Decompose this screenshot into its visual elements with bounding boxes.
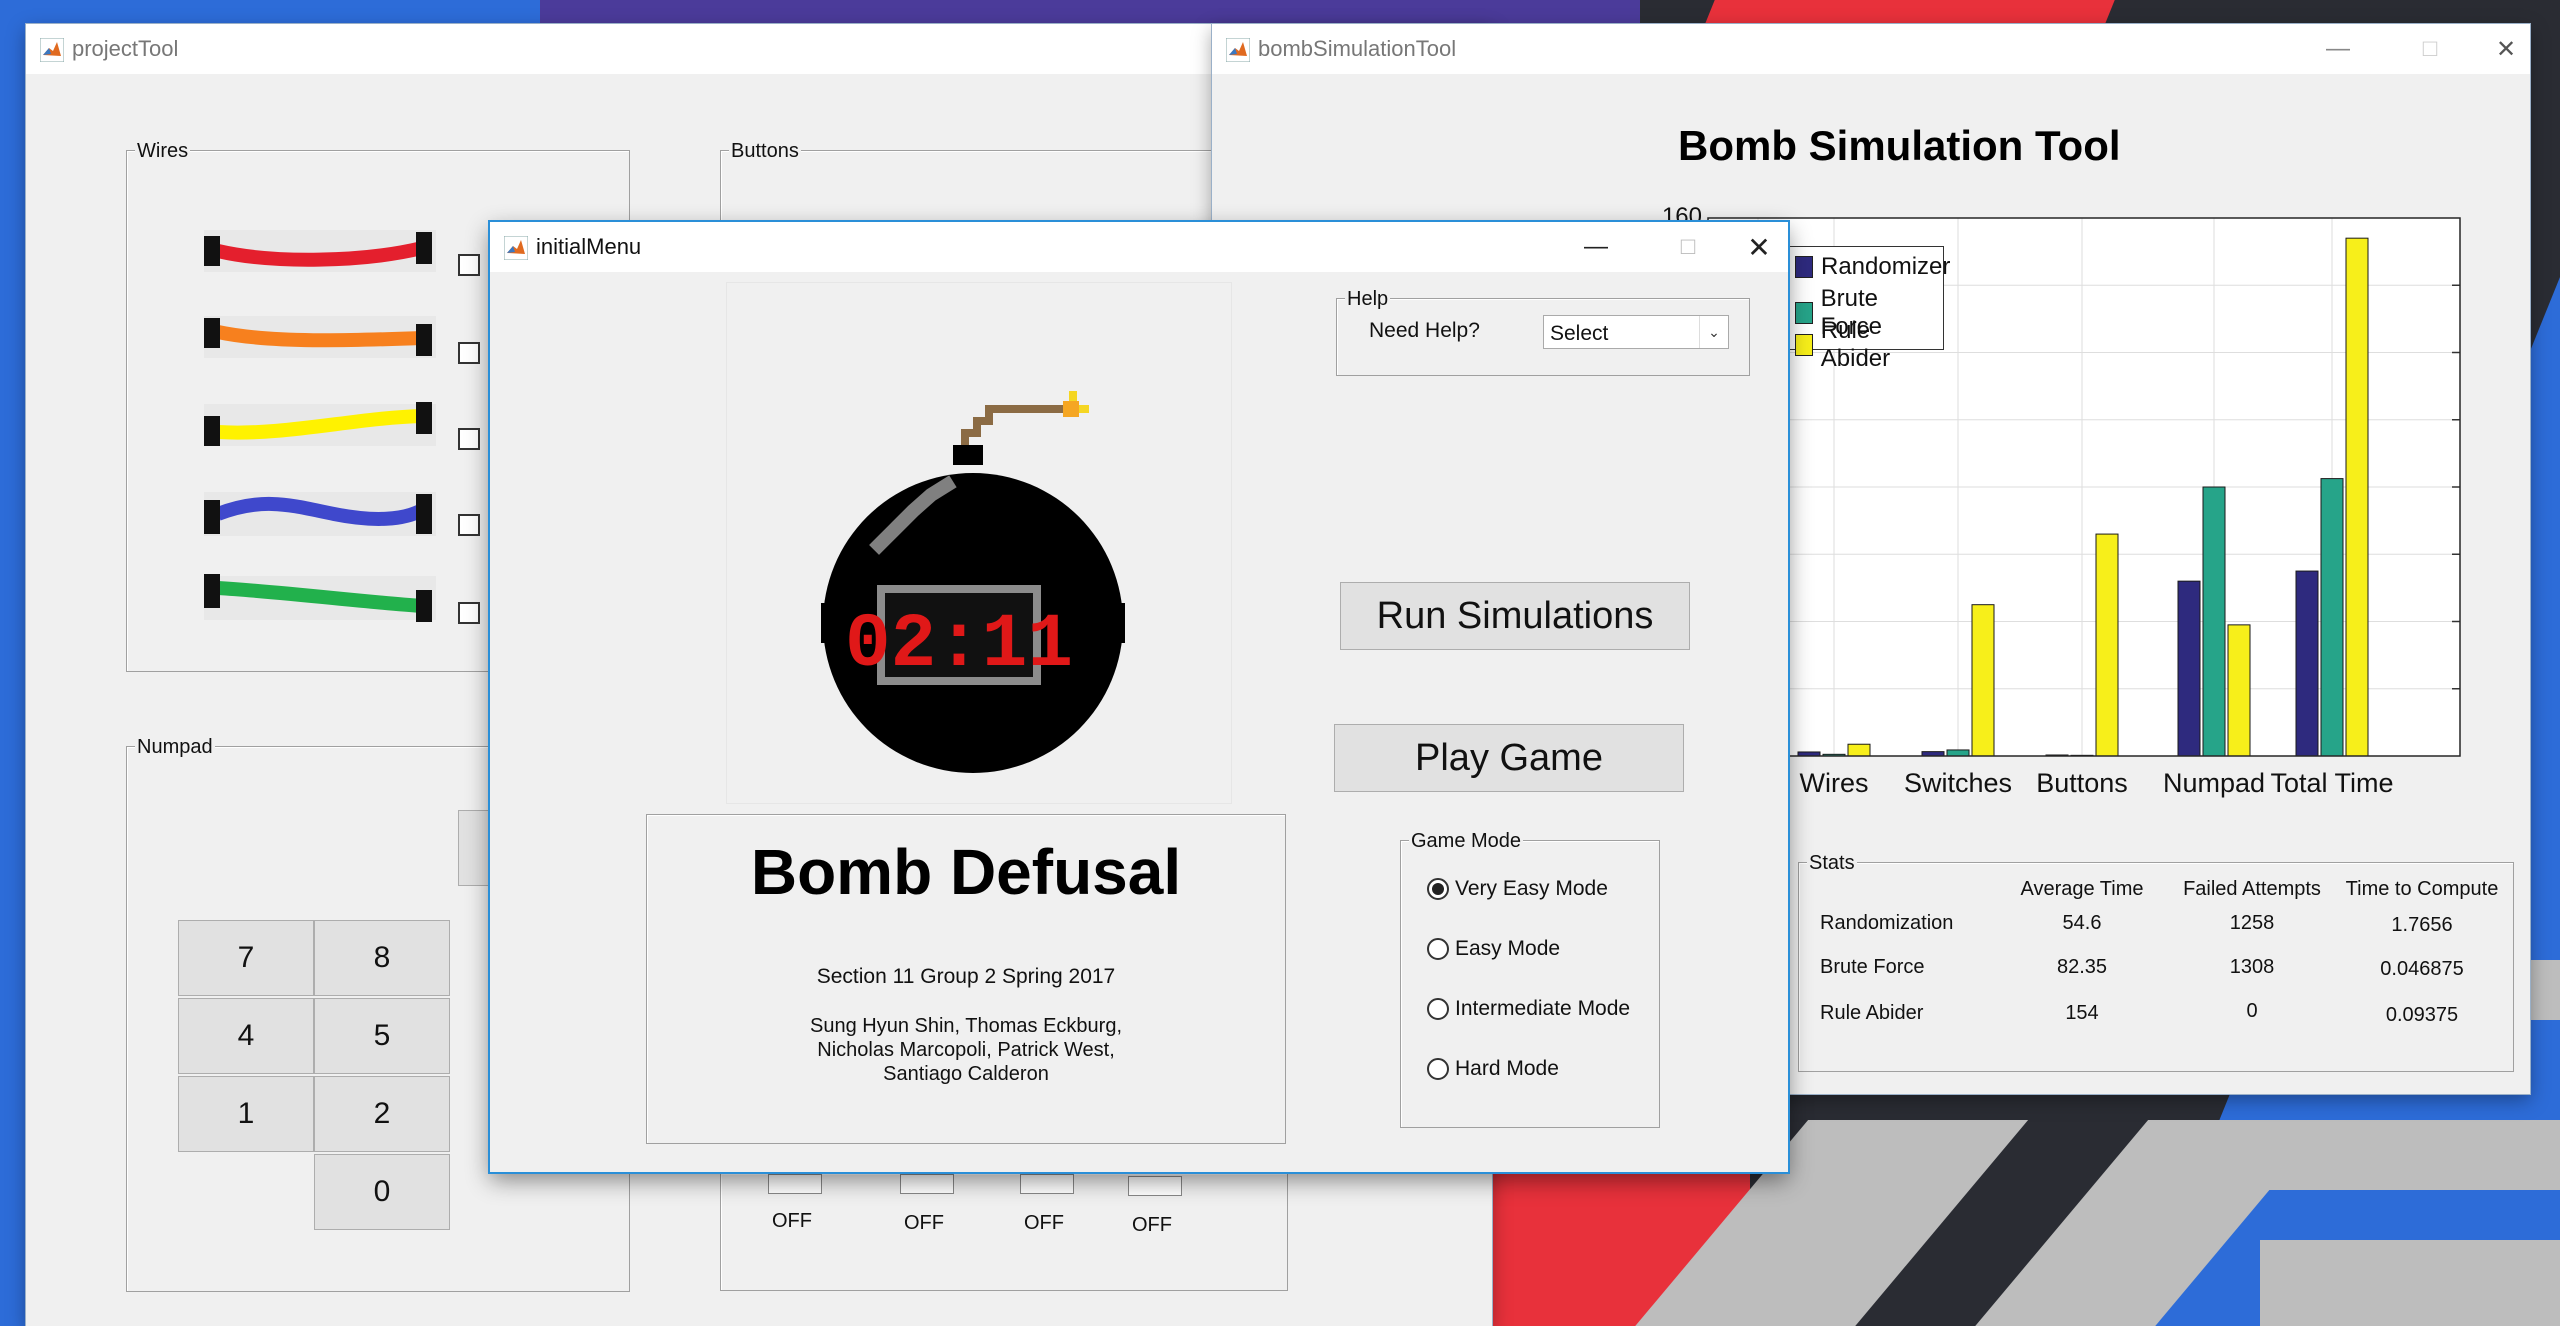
legend-swatch xyxy=(1795,256,1813,278)
stats-panel-label: Stats xyxy=(1807,852,1857,875)
bomb-icon: 02:11 xyxy=(821,391,1125,773)
radio-intermediate-mode[interactable]: Intermediate Mode xyxy=(1427,997,1630,1021)
initial-menu-window: initialMenu — □ ✕ 02:11 Bomb Defusal Sec… xyxy=(490,222,1788,1172)
switch-1[interactable] xyxy=(768,1174,822,1194)
stats-cell: 54.6 xyxy=(2062,912,2102,934)
wires-panel-label: Wires xyxy=(135,140,191,163)
bar-brute-force-total-time xyxy=(2320,478,2344,757)
matlab-logo-icon xyxy=(40,38,64,62)
numpad-key-0[interactable]: 0 xyxy=(314,1154,450,1230)
orange-wire[interactable] xyxy=(204,312,436,362)
bar-brute-force-numpad xyxy=(2202,486,2226,757)
initial-menu-titlebar[interactable]: initialMenu — □ ✕ xyxy=(490,222,1788,272)
game-mode-label: Game Mode xyxy=(1409,830,1524,853)
numpad-key-5[interactable]: 5 xyxy=(314,998,450,1074)
chart-xtick-label: Numpad xyxy=(2163,768,2265,798)
switch-1-label: OFF xyxy=(772,1210,812,1232)
game-title: Bomb Defusal xyxy=(750,836,1182,908)
radio-very-easy-mode[interactable]: Very Easy Mode xyxy=(1427,877,1608,901)
blue-wire[interactable] xyxy=(204,488,436,540)
legend-item-rule-abider: Rule Abider xyxy=(1795,317,1943,373)
radio-hard-mode[interactable]: Hard Mode xyxy=(1427,1057,1559,1081)
numpad-key-2[interactable]: 2 xyxy=(314,1076,450,1152)
wire-checkbox-5[interactable] xyxy=(458,602,480,624)
buttons-panel-label: Buttons xyxy=(729,140,801,163)
wire-checkbox-1[interactable] xyxy=(458,254,480,276)
switch-2-label: OFF xyxy=(904,1212,944,1234)
authors-line-1: Sung Hyun Shin, Thomas Eckburg, xyxy=(809,1015,1123,1037)
bomb-image: 02:11 xyxy=(726,282,1232,804)
title-box: Bomb Defusal Section 11 Group 2 Spring 2… xyxy=(646,814,1286,1144)
radio-dot xyxy=(1427,878,1449,900)
project-tool-title: projectTool xyxy=(72,36,179,61)
stats-cell: 0.046875 xyxy=(2380,958,2464,980)
radio-easy-mode[interactable]: Easy Mode xyxy=(1427,937,1560,961)
initial-menu-title: initialMenu xyxy=(536,234,642,259)
numpad-key-8[interactable]: 8 xyxy=(314,920,450,996)
bar-rule-abider-total-time xyxy=(2345,237,2369,757)
bar-rule-abider-numpad xyxy=(2227,624,2251,757)
maximize-button[interactable]: □ xyxy=(1648,222,1728,272)
radio-dot xyxy=(1427,1058,1449,1080)
numpad-key-7[interactable]: 7 xyxy=(178,920,314,996)
legend-item-randomizer: Randomizer xyxy=(1795,253,1950,281)
chart-xtick-label: Wires xyxy=(1800,768,1869,798)
stats-cell: 154 xyxy=(2065,1002,2099,1024)
stats-cell: 0.09375 xyxy=(2385,1004,2459,1026)
stats-row-label: Rule Abider xyxy=(1820,1002,1924,1024)
wire-checkbox-3[interactable] xyxy=(458,428,480,450)
bar-rule-abider-switches xyxy=(1971,604,1995,757)
matlab-logo-icon xyxy=(504,236,528,260)
help-panel: Help Need Help? Select ⌄ xyxy=(1336,288,1750,376)
radio-dot xyxy=(1427,938,1449,960)
timer-display: 02:11 xyxy=(845,602,1073,688)
stats-header-average-time: Average Time xyxy=(2020,878,2144,900)
switch-3[interactable] xyxy=(1020,1174,1074,1194)
stats-row-label: Randomization xyxy=(1820,912,1954,934)
stats-cell: 82.35 xyxy=(2056,956,2108,978)
chevron-down-icon: ⌄ xyxy=(1699,316,1728,348)
wire-checkbox-2[interactable] xyxy=(458,342,480,364)
help-select-value: Select xyxy=(1550,322,1609,345)
minimize-button[interactable]: — xyxy=(1556,222,1636,272)
wire-checkbox-4[interactable] xyxy=(458,514,480,536)
chart-xtick-label: Switches xyxy=(1904,768,2012,798)
section-text: Section 11 Group 2 Spring 2017 xyxy=(816,965,1116,988)
game-mode-panel: Game Mode Very Easy Mode Easy Mode Inter… xyxy=(1400,830,1660,1128)
red-wire[interactable] xyxy=(204,226,436,276)
close-button[interactable]: ✕ xyxy=(1730,222,1788,272)
chart-xtick-label: Buttons xyxy=(2036,768,2128,798)
chart-xtick-label: Total Time xyxy=(2270,768,2393,798)
switch-2[interactable] xyxy=(900,1174,954,1194)
bar-randomizer-numpad xyxy=(2177,580,2201,757)
bar-randomizer-total-time xyxy=(2295,570,2319,757)
bar-rule-abider-wires xyxy=(1847,743,1871,757)
switch-4-label: OFF xyxy=(1132,1214,1172,1236)
switch-4[interactable] xyxy=(1128,1176,1182,1196)
numpad-key-1[interactable]: 1 xyxy=(178,1076,314,1152)
run-simulations-button[interactable]: Run Simulations xyxy=(1340,582,1690,650)
authors-line-3: Santiago Calderon xyxy=(883,1063,1049,1085)
stats-header-time-to-compute: Time to Compute xyxy=(2345,878,2499,900)
authors-line-2: Nicholas Marcopoli, Patrick West, xyxy=(817,1039,1115,1061)
green-wire[interactable] xyxy=(204,572,436,624)
switch-3-label: OFF xyxy=(1024,1212,1064,1234)
radio-dot xyxy=(1427,998,1449,1020)
bar-brute-force-switches xyxy=(1946,749,1970,757)
yellow-wire[interactable] xyxy=(204,400,436,450)
help-panel-label: Help xyxy=(1345,288,1391,311)
play-game-button[interactable]: Play Game xyxy=(1334,724,1684,792)
chart-legend: Randomizer Brute Force Rule Abider xyxy=(1782,246,1950,372)
legend-swatch xyxy=(1795,334,1813,356)
numpad-key-4[interactable]: 4 xyxy=(178,998,314,1074)
help-prompt: Need Help? xyxy=(1369,319,1480,342)
stats-cell: 1.7656 xyxy=(2391,914,2453,936)
bar-rule-abider-buttons xyxy=(2095,533,2119,757)
help-select[interactable]: Select ⌄ xyxy=(1543,315,1729,349)
stats-row-label: Brute Force xyxy=(1820,956,1925,978)
numpad-panel-label: Numpad xyxy=(135,736,215,759)
